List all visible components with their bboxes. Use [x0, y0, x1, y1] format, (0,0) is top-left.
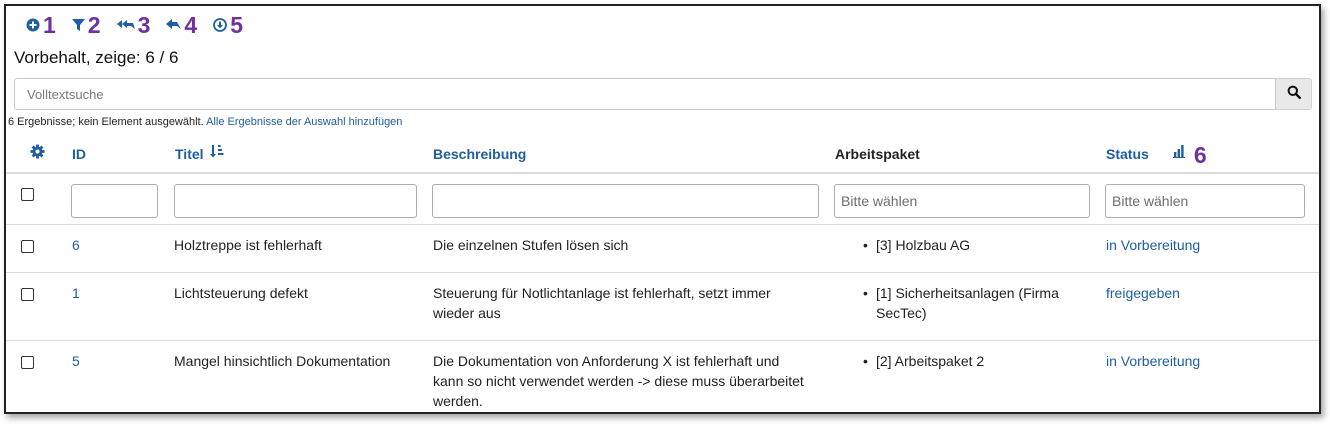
row-status-link[interactable]: in Vorbereitung: [1106, 235, 1200, 255]
badge-6: 6: [1193, 142, 1207, 169]
work-package-filter-select[interactable]: [834, 184, 1090, 218]
result-info: 6 Ergebnisse; kein Element ausgewählt. A…: [8, 116, 402, 128]
page-title: Vorbehalt, zeige: 6 / 6: [14, 48, 179, 67]
column-header-id[interactable]: ID: [72, 136, 86, 172]
chart-button[interactable]: 6: [1173, 136, 1207, 172]
row-description-line: Steuerung für Notlichtanlage ist fehlerh…: [433, 285, 771, 301]
row-work-package: [1] Sicherheitsanlagen (Firma SecTec): [876, 283, 1059, 323]
table-row: 5 Mangel hinsichtlich Dokumentation Die …: [6, 341, 1319, 412]
table-row: 1 Lichtsteuerung defekt Steuerung für No…: [6, 273, 1319, 341]
badge-1: 1: [43, 12, 56, 38]
row-status-link[interactable]: in Vorbereitung: [1106, 351, 1200, 371]
row-work-package: [3] Holzbau AG: [876, 235, 970, 255]
row-title: Lichtsteuerung defekt: [174, 285, 308, 301]
id-filter-input[interactable]: [71, 184, 158, 218]
title-filter-input[interactable]: [174, 184, 417, 218]
table-row: 6 Holztreppe ist fehlerhaft Die einzelne…: [6, 225, 1319, 273]
column-header-status[interactable]: Status: [1106, 136, 1149, 172]
row-title: Mangel hinsichtlich Dokumentation: [174, 353, 391, 369]
row-description-line: wieder aus: [433, 305, 501, 321]
gear-icon: [30, 136, 45, 172]
search-input[interactable]: [14, 78, 1276, 110]
badge-4: 4: [184, 12, 198, 38]
table-header: ID Titel Beschreibung Arbeitspaket Statu…: [6, 136, 1319, 174]
description-filter-input[interactable]: [432, 184, 819, 218]
toolbar: 1 2 3 4 5: [26, 12, 259, 38]
status-filter-select[interactable]: [1105, 184, 1305, 218]
reply-all-button[interactable]: 3: [116, 12, 151, 38]
row-title: Holztreppe ist fehlerhaft: [174, 237, 322, 253]
bullet-icon: •: [863, 237, 868, 253]
row-id-link[interactable]: 5: [72, 351, 80, 371]
vorbehalt-panel: 1 2 3 4 5 Vorbehalt, zeige: 6 / 6 Vollte…: [4, 4, 1321, 414]
badge-2: 2: [87, 12, 101, 38]
bullet-icon: •: [863, 353, 868, 369]
double-reply-icon: [116, 19, 135, 31]
row-description: Steuerung für Notlichtanlage ist fehlerh…: [433, 283, 771, 323]
search-bar: [14, 78, 1312, 110]
add-button[interactable]: 1: [26, 12, 56, 38]
bullet-icon: •: [863, 285, 868, 301]
sort-descending-icon: [210, 135, 224, 171]
row-work-package-line: [1] Sicherheitsanlagen (Firma: [876, 285, 1059, 301]
row-description-line: kann so nicht verwendet werden -> diese …: [433, 373, 804, 389]
row-id-link[interactable]: 6: [72, 235, 80, 255]
row-description: Die Dokumentation von Anforderung X ist …: [433, 351, 804, 411]
row-checkbox[interactable]: [21, 356, 34, 369]
column-header-title[interactable]: Titel: [175, 136, 224, 172]
result-count-text: 6 Ergebnisse; kein Element ausgewählt.: [8, 116, 204, 128]
row-work-package-line: [3] Holzbau AG: [876, 237, 971, 253]
row-status-link[interactable]: freigegeben: [1106, 283, 1180, 303]
column-header-title-label: Titel: [175, 146, 204, 162]
filter-icon: [71, 18, 85, 32]
row-description-line: werden.: [433, 393, 483, 409]
add-all-to-selection-link[interactable]: Alle Ergebnisse der Auswahl hinzufügen: [206, 116, 402, 128]
row-work-package-line: [2] Arbeitspaket 2: [876, 353, 985, 369]
column-header-description[interactable]: Beschreibung: [433, 136, 526, 172]
row-checkbox[interactable]: [21, 240, 34, 253]
search-button[interactable]: [1276, 78, 1312, 110]
select-all-checkbox[interactable]: [21, 188, 34, 201]
row-id-link[interactable]: 1: [72, 283, 80, 303]
search-icon: [1287, 85, 1301, 104]
badge-5: 5: [230, 12, 243, 38]
filter-button[interactable]: 2: [71, 12, 101, 38]
reply-icon: [166, 19, 182, 31]
filter-row: [6, 174, 1319, 225]
row-description-line: Die Dokumentation von Anforderung X ist …: [433, 353, 780, 369]
row-checkbox[interactable]: [21, 288, 34, 301]
column-header-work-package: Arbeitspaket: [835, 146, 920, 162]
download-circle-icon: [213, 18, 228, 32]
download-button[interactable]: 5: [213, 12, 243, 38]
plus-circle-icon: [26, 18, 40, 32]
reply-button[interactable]: 4: [166, 12, 197, 38]
badge-3: 3: [137, 12, 151, 38]
settings-button[interactable]: [30, 136, 45, 172]
row-work-package: [2] Arbeitspaket 2: [876, 351, 984, 371]
row-work-package-line: SecTec): [876, 305, 927, 321]
row-description-line: Die einzelnen Stufen lösen sich: [433, 237, 629, 253]
bar-chart-icon: [1173, 135, 1187, 171]
row-description: Die einzelnen Stufen lösen sich: [433, 235, 628, 255]
